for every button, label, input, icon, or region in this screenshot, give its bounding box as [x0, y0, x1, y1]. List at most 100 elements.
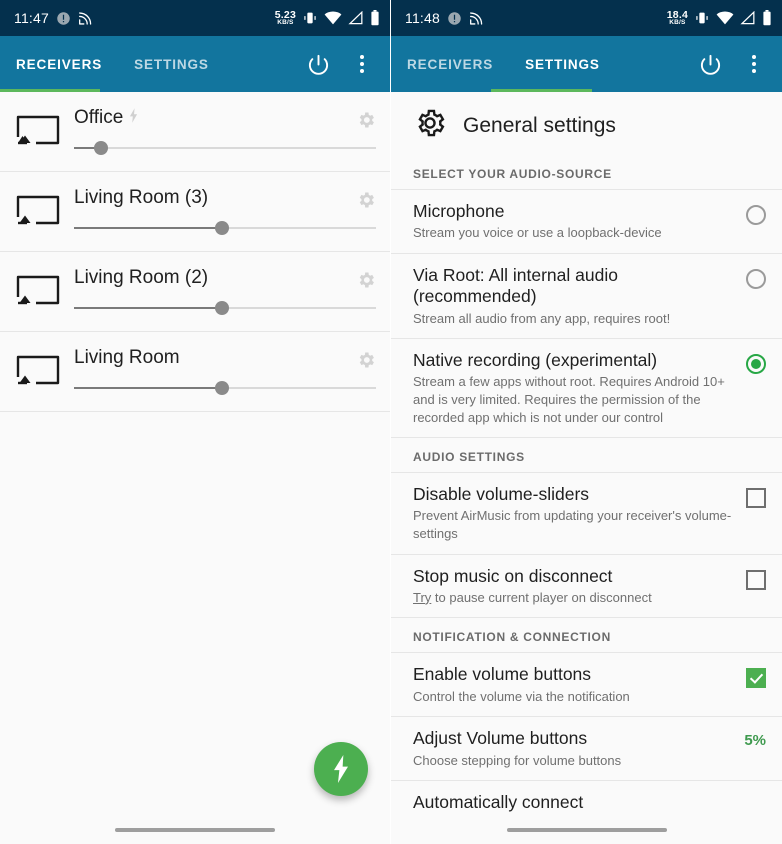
tab-settings[interactable]: SETTINGS — [509, 36, 616, 92]
receiver-row[interactable]: Living Room (3) — [0, 172, 390, 252]
setting-subtitle: Control the volume via the notification — [413, 688, 732, 706]
receiver-main: Living Room (3) — [70, 186, 376, 235]
data-rate-indicator: 18.4 KB/S — [667, 10, 688, 27]
cast-icon — [14, 106, 70, 155]
setting-subtitle-link[interactable]: Try — [413, 590, 431, 605]
setting-title: Disable volume-sliders — [413, 484, 732, 505]
tab-receivers[interactable]: RECEIVERS — [391, 36, 509, 92]
slider-track — [74, 147, 376, 149]
setting-title: Native recording (experimental) — [413, 350, 732, 371]
battery-icon — [762, 10, 772, 26]
volume-slider[interactable] — [74, 221, 376, 235]
receiver-row[interactable]: Living Room (2) — [0, 252, 390, 332]
right-phone-screen: 11:48 18.4 KB/S — [391, 0, 782, 844]
receiver-row[interactable]: Living Room — [0, 332, 390, 412]
start-stream-fab[interactable] — [314, 742, 368, 796]
tab-settings[interactable]: SETTINGS — [118, 36, 225, 92]
status-clock: 11:48 — [405, 10, 440, 26]
receiver-list: Office — [0, 92, 390, 412]
setting-subtitle: to pause current player on disconnect — [431, 590, 651, 605]
receiver-main: Living Room (2) — [70, 266, 376, 315]
wifi-icon — [324, 11, 342, 25]
setting-title: Automatically connect — [413, 792, 752, 813]
receiver-main: Living Room — [70, 346, 376, 395]
checkbox-enable-volume-buttons[interactable] — [746, 668, 766, 688]
setting-subtitle: Choose stepping for volume buttons — [413, 752, 730, 770]
slider-fill — [74, 227, 222, 229]
mobile-signal-icon — [740, 11, 756, 25]
setting-title: Adjust Volume buttons — [413, 728, 730, 749]
settings-page: General settings SELECT YOUR AUDIO-SOURC… — [391, 92, 782, 844]
volume-slider[interactable] — [74, 141, 376, 155]
setting-subtitle-wrap: Try to pause current player on disconnec… — [413, 589, 732, 607]
tab-receivers[interactable]: RECEIVERS — [0, 36, 118, 92]
radio-native-recording[interactable] — [746, 354, 766, 374]
setting-title: Microphone — [413, 201, 732, 222]
battery-icon — [370, 10, 380, 26]
vibrate-icon — [302, 10, 318, 26]
page-title: General settings — [463, 114, 616, 138]
setting-row-microphone[interactable]: Microphone Stream you voice or use a loo… — [391, 190, 782, 254]
dual-screenshot: 11:47 5.23 KB/S — [0, 0, 782, 844]
setting-subtitle: Stream a few apps without root. Requires… — [413, 373, 732, 426]
slider-thumb[interactable] — [215, 301, 229, 315]
info-icon — [447, 11, 462, 26]
setting-row-adjust-volume-buttons[interactable]: Adjust Volume buttons Choose stepping fo… — [391, 717, 782, 781]
receiver-row[interactable]: Office — [0, 92, 390, 172]
setting-row-via-root[interactable]: Via Root: All internal audio (recommende… — [391, 254, 782, 339]
power-button[interactable] — [298, 44, 338, 84]
bolt-icon — [129, 107, 138, 129]
radio-microphone[interactable] — [746, 205, 766, 225]
receiver-settings-gear-icon[interactable] — [356, 110, 376, 135]
radio-via-root[interactable] — [746, 269, 766, 289]
wifi-icon — [716, 11, 734, 25]
cast-icon — [14, 186, 70, 235]
receiver-name: Living Room — [74, 347, 180, 369]
adjust-volume-value: 5% — [744, 729, 766, 749]
volume-slider[interactable] — [74, 381, 376, 395]
mobile-signal-icon — [348, 11, 364, 25]
receiver-name-row: Living Room (3) — [74, 187, 376, 209]
kebab-icon — [360, 55, 364, 73]
cast-icon — [14, 266, 70, 315]
slider-thumb[interactable] — [94, 141, 108, 155]
tab-bar-right: RECEIVERS SETTINGS — [391, 36, 616, 92]
gesture-nav-bar — [0, 816, 390, 844]
section-header-audio-settings: AUDIO SETTINGS — [391, 438, 782, 473]
overflow-menu-button[interactable] — [342, 44, 382, 84]
receiver-main: Office — [70, 106, 376, 155]
setting-row-disable-volume-sliders[interactable]: Disable volume-sliders Prevent AirMusic … — [391, 473, 782, 554]
tab-indicator-right — [491, 89, 592, 92]
app-bar-right: RECEIVERS SETTINGS — [391, 36, 782, 92]
setting-row-native-recording[interactable]: Native recording (experimental) Stream a… — [391, 339, 782, 438]
setting-subtitle: Stream you voice or use a loopback-devic… — [413, 224, 732, 242]
receiver-name-row: Office — [74, 107, 376, 129]
slider-thumb[interactable] — [215, 381, 229, 395]
info-icon — [56, 11, 71, 26]
setting-row-stop-music-on-disconnect[interactable]: Stop music on disconnect Try to pause cu… — [391, 555, 782, 619]
slider-fill — [74, 307, 222, 309]
vibrate-icon — [694, 10, 710, 26]
tab-bar-left: RECEIVERS SETTINGS — [0, 36, 225, 92]
receiver-settings-gear-icon[interactable] — [356, 350, 376, 375]
section-header-notification-connection: NOTIFICATION & CONNECTION — [391, 618, 782, 653]
receiver-settings-gear-icon[interactable] — [356, 190, 376, 215]
gear-icon — [413, 106, 447, 145]
power-button[interactable] — [690, 44, 730, 84]
slider-thumb[interactable] — [215, 221, 229, 235]
overflow-menu-button[interactable] — [734, 44, 774, 84]
data-rate-indicator: 5.23 KB/S — [275, 10, 296, 27]
cast-status-icon — [78, 11, 95, 26]
volume-slider[interactable] — [74, 301, 376, 315]
receiver-name-row: Living Room — [74, 347, 376, 369]
setting-title: Enable volume buttons — [413, 664, 732, 685]
receiver-settings-gear-icon[interactable] — [356, 270, 376, 295]
app-bar-actions-right — [690, 44, 782, 84]
cast-status-icon — [469, 11, 486, 26]
section-header-audio-source: SELECT YOUR AUDIO-SOURCE — [391, 155, 782, 190]
setting-row-enable-volume-buttons[interactable]: Enable volume buttons Control the volume… — [391, 653, 782, 717]
checkbox-stop-music-on-disconnect[interactable] — [746, 570, 766, 590]
checkbox-disable-volume-sliders[interactable] — [746, 488, 766, 508]
setting-subtitle: Stream all audio from any app, requires … — [413, 310, 732, 328]
slider-fill — [74, 387, 222, 389]
